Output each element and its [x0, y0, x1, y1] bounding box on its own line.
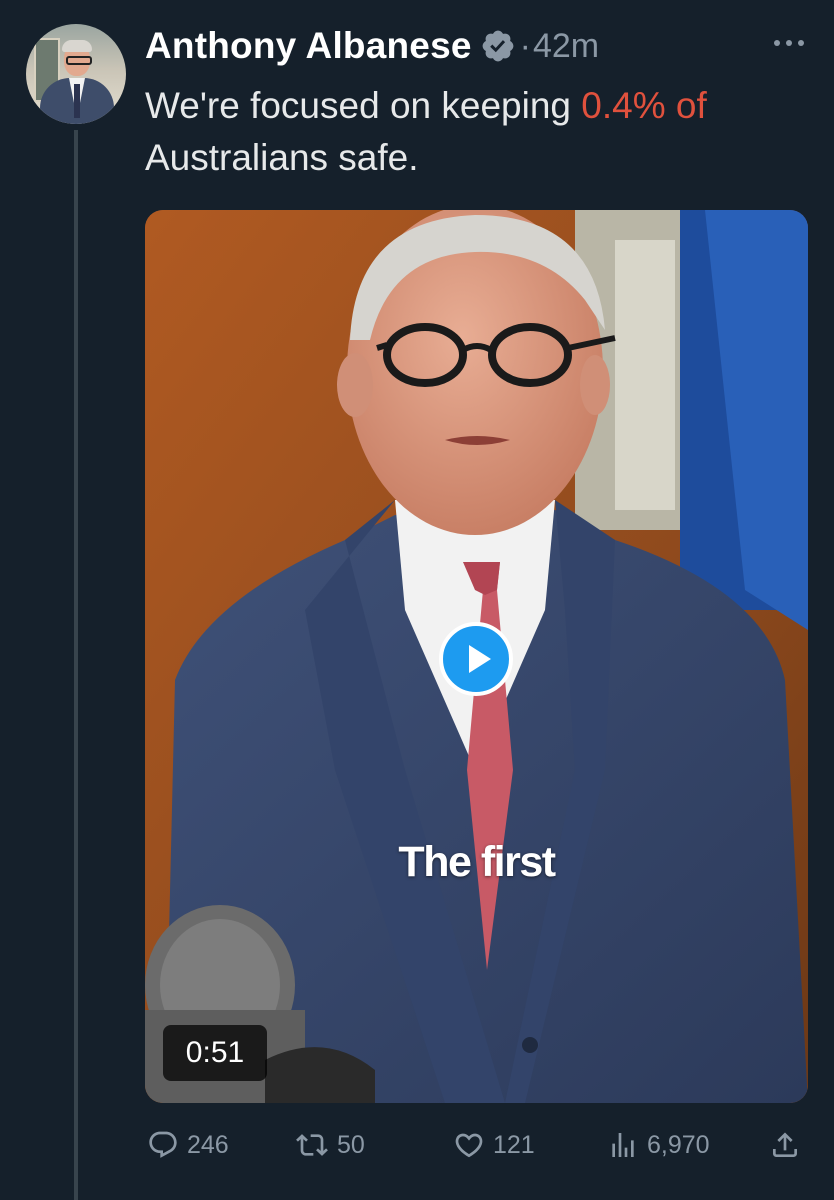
- repost-icon: [296, 1134, 328, 1156]
- repost-count: 50: [337, 1130, 365, 1159]
- views-button[interactable]: 6,970: [607, 1120, 710, 1170]
- reply-icon: [149, 1131, 177, 1158]
- reply-button[interactable]: 246: [147, 1120, 229, 1170]
- tweet-text-end: Australians safe.: [145, 137, 419, 178]
- avatar-hair: [62, 40, 92, 52]
- thread-line: [74, 130, 78, 1200]
- like-count: 121: [493, 1130, 535, 1159]
- video-duration: 0:51: [163, 1025, 267, 1081]
- like-button[interactable]: 121: [453, 1120, 535, 1170]
- repost-button[interactable]: 50: [295, 1120, 365, 1170]
- header-separator: ·: [519, 26, 531, 65]
- views-count: 6,970: [647, 1130, 710, 1159]
- video-caption: The first: [398, 838, 556, 886]
- tweet-text: We're focused on keeping 0.4% of Austral…: [145, 80, 825, 184]
- avatar-glasses: [66, 56, 92, 65]
- play-button[interactable]: [439, 622, 513, 696]
- tweet-text-highlight: 0.4% of: [581, 85, 707, 126]
- author-name[interactable]: Anthony Albanese: [145, 25, 472, 67]
- views-chart-icon: [612, 1133, 634, 1157]
- tweet-actions: 246 50 121 6,970: [145, 1120, 808, 1170]
- tweet: Anthony Albanese · 42m We're focused on …: [0, 0, 834, 1200]
- share-icon: [773, 1132, 797, 1157]
- avatar[interactable]: [26, 24, 126, 124]
- share-button[interactable]: [769, 1120, 801, 1170]
- tweet-timestamp[interactable]: 42m: [533, 27, 599, 66]
- tweet-text-start: We're focused on keeping: [145, 85, 582, 126]
- verified-badge-icon[interactable]: [480, 28, 516, 64]
- heart-icon: [455, 1133, 483, 1158]
- video-player[interactable]: The first 0:51: [145, 210, 808, 1103]
- reply-count: 246: [187, 1130, 229, 1159]
- tweet-header: Anthony Albanese · 42m: [145, 22, 599, 70]
- play-icon: [469, 645, 491, 673]
- avatar-tie: [74, 84, 80, 118]
- more-options-icon[interactable]: [772, 36, 806, 50]
